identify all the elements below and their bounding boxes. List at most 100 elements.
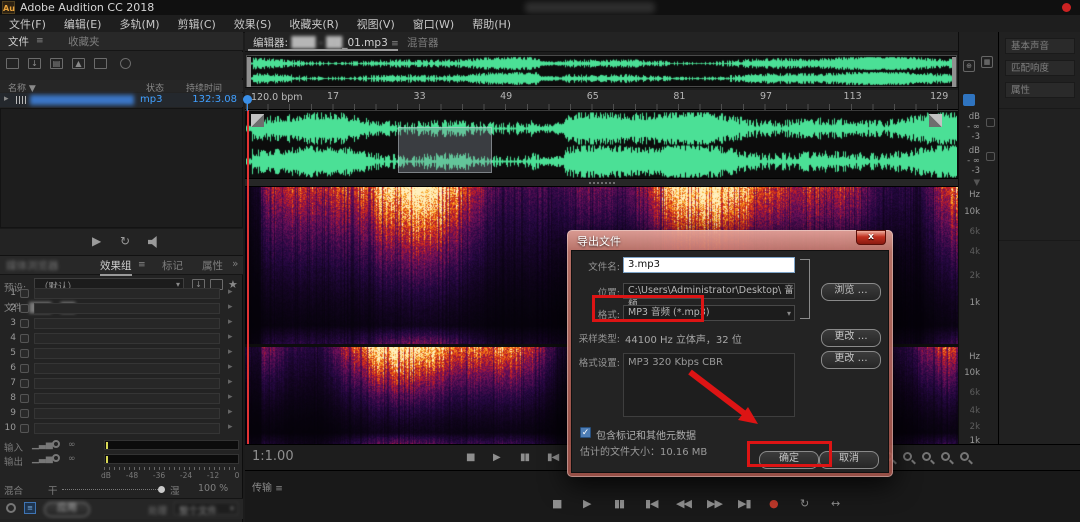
- effect-slot[interactable]: 9▸: [0, 406, 243, 421]
- link-icon[interactable]: ∞: [68, 440, 78, 450]
- tab-effects-rack[interactable]: 效果组: [100, 258, 132, 276]
- slot-power-toggle[interactable]: [20, 319, 29, 328]
- mix-slider[interactable]: [62, 489, 162, 490]
- slot-insert-bar[interactable]: [34, 393, 220, 404]
- waveform-display[interactable]: [245, 110, 958, 178]
- channel-button[interactable]: [986, 152, 995, 161]
- slot-power-toggle[interactable]: [20, 394, 29, 403]
- effect-slot[interactable]: 1▸: [0, 286, 243, 301]
- slot-power-toggle[interactable]: [20, 349, 29, 358]
- effect-slot[interactable]: 6▸: [0, 361, 243, 376]
- view-splitter[interactable]: [245, 178, 958, 187]
- slot-arrow-icon[interactable]: ▸: [228, 332, 233, 342]
- loop-icon[interactable]: ↻: [800, 497, 808, 510]
- open-file-icon[interactable]: [6, 58, 19, 69]
- effect-slot[interactable]: 8▸: [0, 391, 243, 406]
- overview-waveform[interactable]: [247, 56, 956, 86]
- tab-files[interactable]: 文件: [8, 34, 29, 49]
- speaker-icon[interactable]: [148, 236, 162, 248]
- file-list-item[interactable]: ▸ mp3 132:3.08: [0, 93, 243, 107]
- menu-item-9[interactable]: 帮助(H): [463, 16, 520, 32]
- panel-menu-icon[interactable]: ≡: [275, 484, 283, 494]
- slot-power-toggle[interactable]: [20, 334, 29, 343]
- insert-multitrack-icon[interactable]: ▲: [72, 58, 85, 69]
- effect-slot[interactable]: 2▸: [0, 301, 243, 316]
- menu-item-3[interactable]: 多轨(M): [110, 16, 168, 32]
- panel-menu-icon[interactable]: ≡: [138, 260, 146, 270]
- slot-power-toggle[interactable]: [20, 409, 29, 418]
- power-icon[interactable]: [52, 440, 60, 448]
- menu-item-8[interactable]: 窗口(W): [404, 16, 463, 32]
- rack-list-icon[interactable]: ≡: [24, 502, 36, 514]
- skip-start-icon[interactable]: ▮◀: [645, 497, 658, 510]
- cancel-button[interactable]: 取消: [819, 451, 879, 469]
- snap-icon[interactable]: [963, 94, 975, 106]
- twirl-icon[interactable]: ▸: [4, 94, 9, 104]
- grid-icon[interactable]: ▦: [981, 56, 993, 68]
- slot-arrow-icon[interactable]: ▸: [228, 287, 233, 297]
- tab-mixer[interactable]: 混音器: [407, 35, 439, 50]
- slot-insert-bar[interactable]: [34, 378, 220, 389]
- play-icon[interactable]: ▶: [493, 452, 500, 463]
- process-dropdown[interactable]: 整个文件▾: [174, 502, 238, 515]
- rewind-icon[interactable]: ◀◀: [676, 497, 691, 510]
- gain-handle-right-icon[interactable]: [929, 114, 942, 127]
- tab-markers[interactable]: 标记: [162, 258, 183, 273]
- playhead-line[interactable]: [247, 110, 249, 444]
- effect-slot[interactable]: 4▸: [0, 331, 243, 346]
- change-settings-button[interactable]: 更改 …: [821, 351, 881, 369]
- format-dropdown[interactable]: MP3 音频 (*.mp3)▾: [623, 305, 795, 321]
- slot-insert-bar[interactable]: [34, 348, 220, 359]
- link-icon[interactable]: ∞: [68, 454, 78, 464]
- media-browser-icon[interactable]: ▤: [50, 58, 63, 69]
- effect-slot[interactable]: 10▸: [0, 421, 243, 436]
- change-sample-button[interactable]: 更改 …: [821, 329, 881, 347]
- signal-icon[interactable]: ▁▃▅: [32, 440, 42, 450]
- slot-power-toggle[interactable]: [20, 424, 29, 433]
- tab-properties[interactable]: 属性: [202, 258, 223, 273]
- slot-insert-bar[interactable]: [34, 333, 220, 344]
- pause-icon[interactable]: ▮▮: [520, 452, 529, 463]
- apply-button[interactable]: 应用: [44, 502, 90, 517]
- hud-overlay[interactable]: [398, 127, 492, 173]
- move-playhead-icon[interactable]: ↔: [831, 497, 839, 510]
- menu-item-1[interactable]: 文件(F): [0, 16, 55, 32]
- skip-end-icon[interactable]: ▶▮: [738, 497, 751, 510]
- timeline-ruler[interactable]: 120.0 bpm 173349658197113129: [245, 90, 958, 110]
- import-file-icon[interactable]: ↓: [28, 58, 41, 69]
- search-icon[interactable]: [120, 58, 131, 69]
- fast-forward-icon[interactable]: ▶▶: [707, 497, 722, 510]
- stop-icon[interactable]: ■: [466, 452, 474, 463]
- slot-power-toggle[interactable]: [20, 289, 29, 298]
- stop-icon[interactable]: ■: [552, 497, 561, 510]
- play-icon[interactable]: ▶: [583, 497, 590, 510]
- slot-insert-bar[interactable]: [34, 303, 220, 314]
- menu-item-4[interactable]: 剪辑(C): [169, 16, 225, 32]
- skip-start-icon[interactable]: ▮◀: [547, 452, 558, 463]
- slot-arrow-icon[interactable]: ▸: [228, 377, 233, 387]
- slot-arrow-icon[interactable]: ▸: [228, 392, 233, 402]
- slot-insert-bar[interactable]: [34, 318, 220, 329]
- panel-label[interactable]: 传输 ≡: [252, 479, 283, 494]
- dock-item-3[interactable]: 属性: [1005, 82, 1075, 98]
- scale-divider-icon[interactable]: ▼: [973, 178, 980, 188]
- tab-favorites[interactable]: 收藏夹: [68, 34, 100, 49]
- tab-media-browser[interactable]: 媒体浏览器: [6, 258, 59, 273]
- record-icon[interactable]: ●: [769, 497, 778, 510]
- menu-item-6[interactable]: 收藏夹(R): [280, 16, 347, 32]
- tab-editor[interactable]: 编辑器: ███ - ██_01.mp3 ≡: [253, 35, 399, 50]
- slot-power-toggle[interactable]: [20, 379, 29, 388]
- close-icon[interactable]: x: [856, 230, 886, 245]
- slot-insert-bar[interactable]: [34, 408, 220, 419]
- play-icon[interactable]: ▶: [92, 234, 101, 248]
- slot-arrow-icon[interactable]: ▸: [228, 407, 233, 417]
- ok-button[interactable]: 确定: [759, 451, 819, 469]
- dock-item-2[interactable]: 匹配响度: [1005, 60, 1075, 76]
- slot-arrow-icon[interactable]: ▸: [228, 302, 233, 312]
- slot-arrow-icon[interactable]: ▸: [228, 347, 233, 357]
- menu-item-5[interactable]: 效果(S): [225, 16, 281, 32]
- loop-icon[interactable]: ↻: [120, 234, 130, 248]
- dock-item-1[interactable]: 基本声音: [1005, 38, 1075, 54]
- file-list-empty-area[interactable]: [0, 108, 243, 228]
- power-all-icon[interactable]: [6, 503, 16, 513]
